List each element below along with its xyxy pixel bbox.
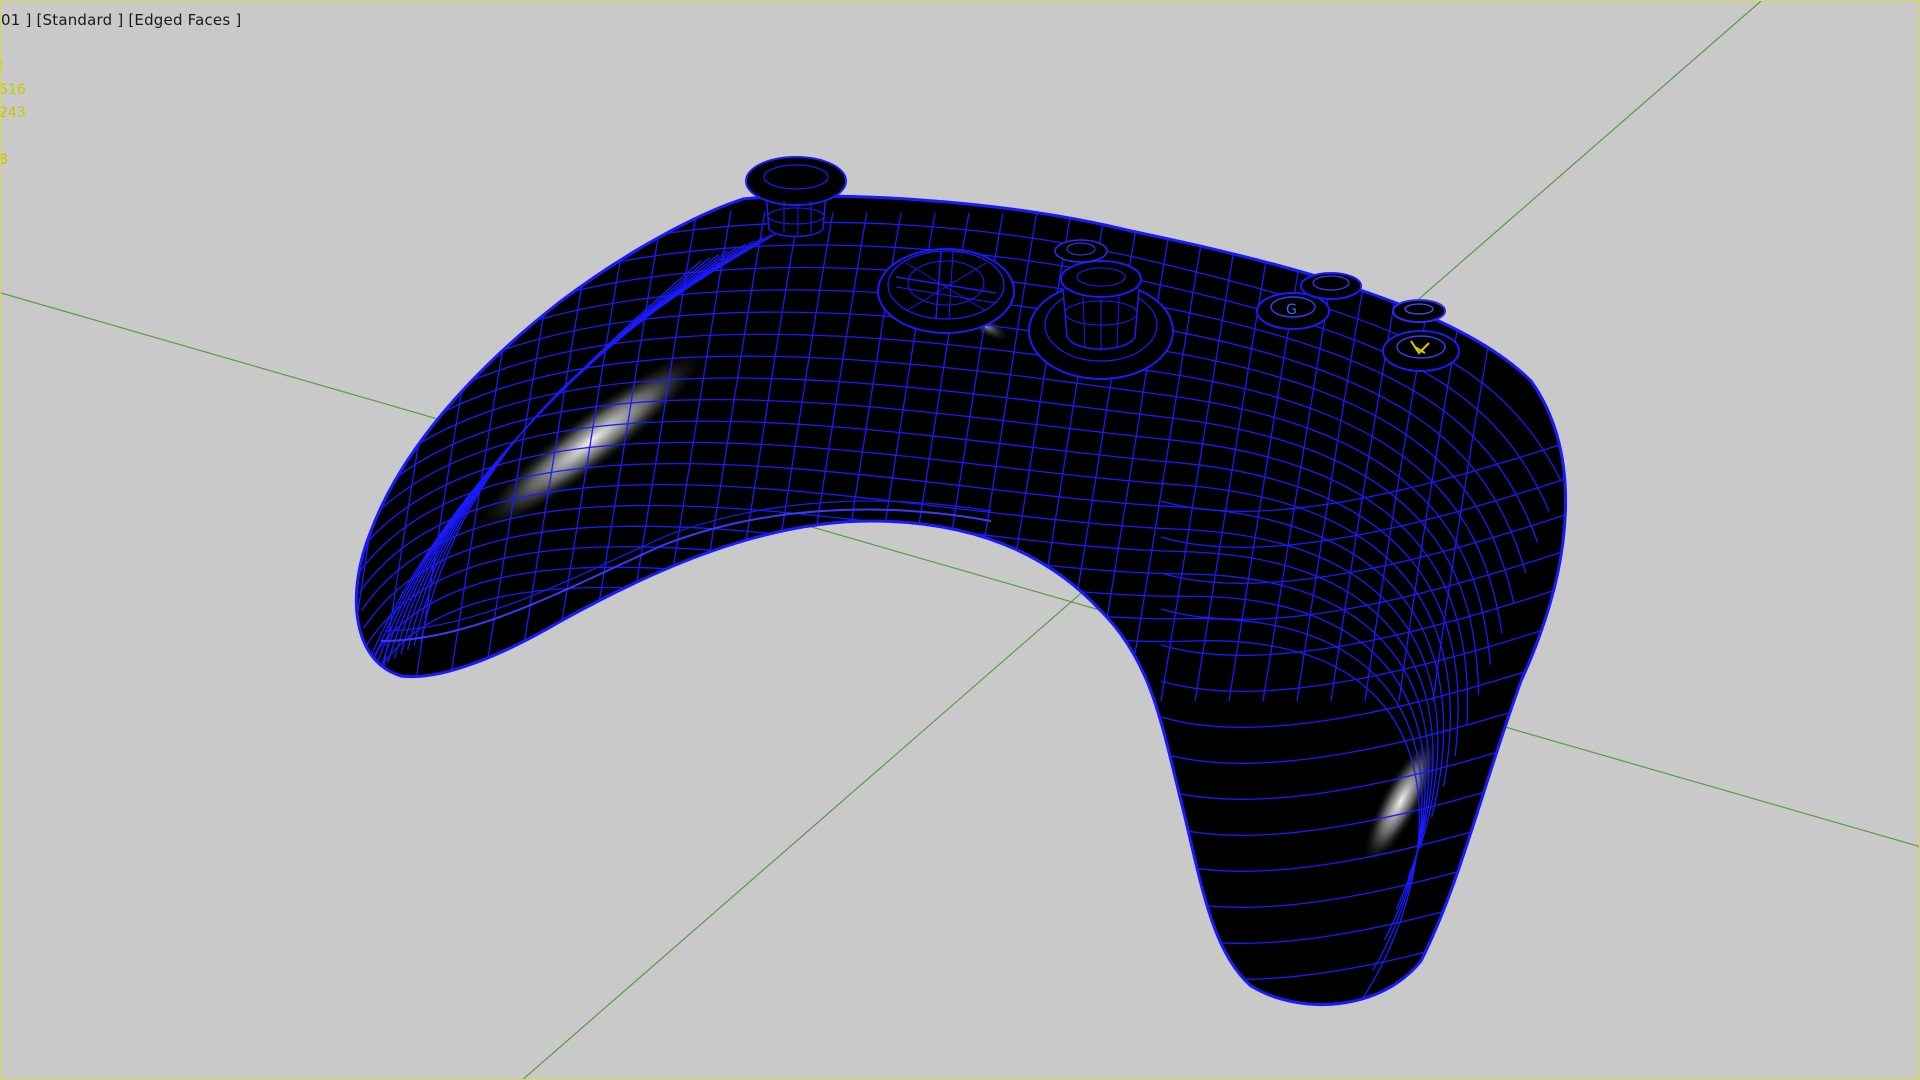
stat-line: 516 <box>0 81 26 98</box>
face-button-x[interactable] <box>1382 330 1460 372</box>
viewport-statistics: l 516 243 8 <box>0 55 26 173</box>
stat-line: l <box>1 55 26 79</box>
face-button-a-glyph-icon: G <box>1286 302 1297 318</box>
viewport-scene[interactable]: G <box>1 1 1920 1080</box>
3d-viewport[interactable]: G 01 ] [Standard ] [Edged Faces ] l 516 … <box>0 0 1920 1080</box>
dpad[interactable] <box>877 248 1015 334</box>
grid-axes <box>1 1 1919 1079</box>
viewport-label[interactable]: 01 ] [Standard ] [Edged Faces ] <box>1 11 241 29</box>
gamepad-controller-mesh[interactable]: G <box>311 156 1571 1007</box>
stat-line: 243 <box>0 105 26 121</box>
face-button-b[interactable] <box>1300 272 1362 300</box>
stat-line: 8 <box>1 149 26 173</box>
guide-button[interactable] <box>1054 239 1108 263</box>
face-button-y[interactable] <box>1392 299 1446 323</box>
stat-line <box>1 126 26 150</box>
